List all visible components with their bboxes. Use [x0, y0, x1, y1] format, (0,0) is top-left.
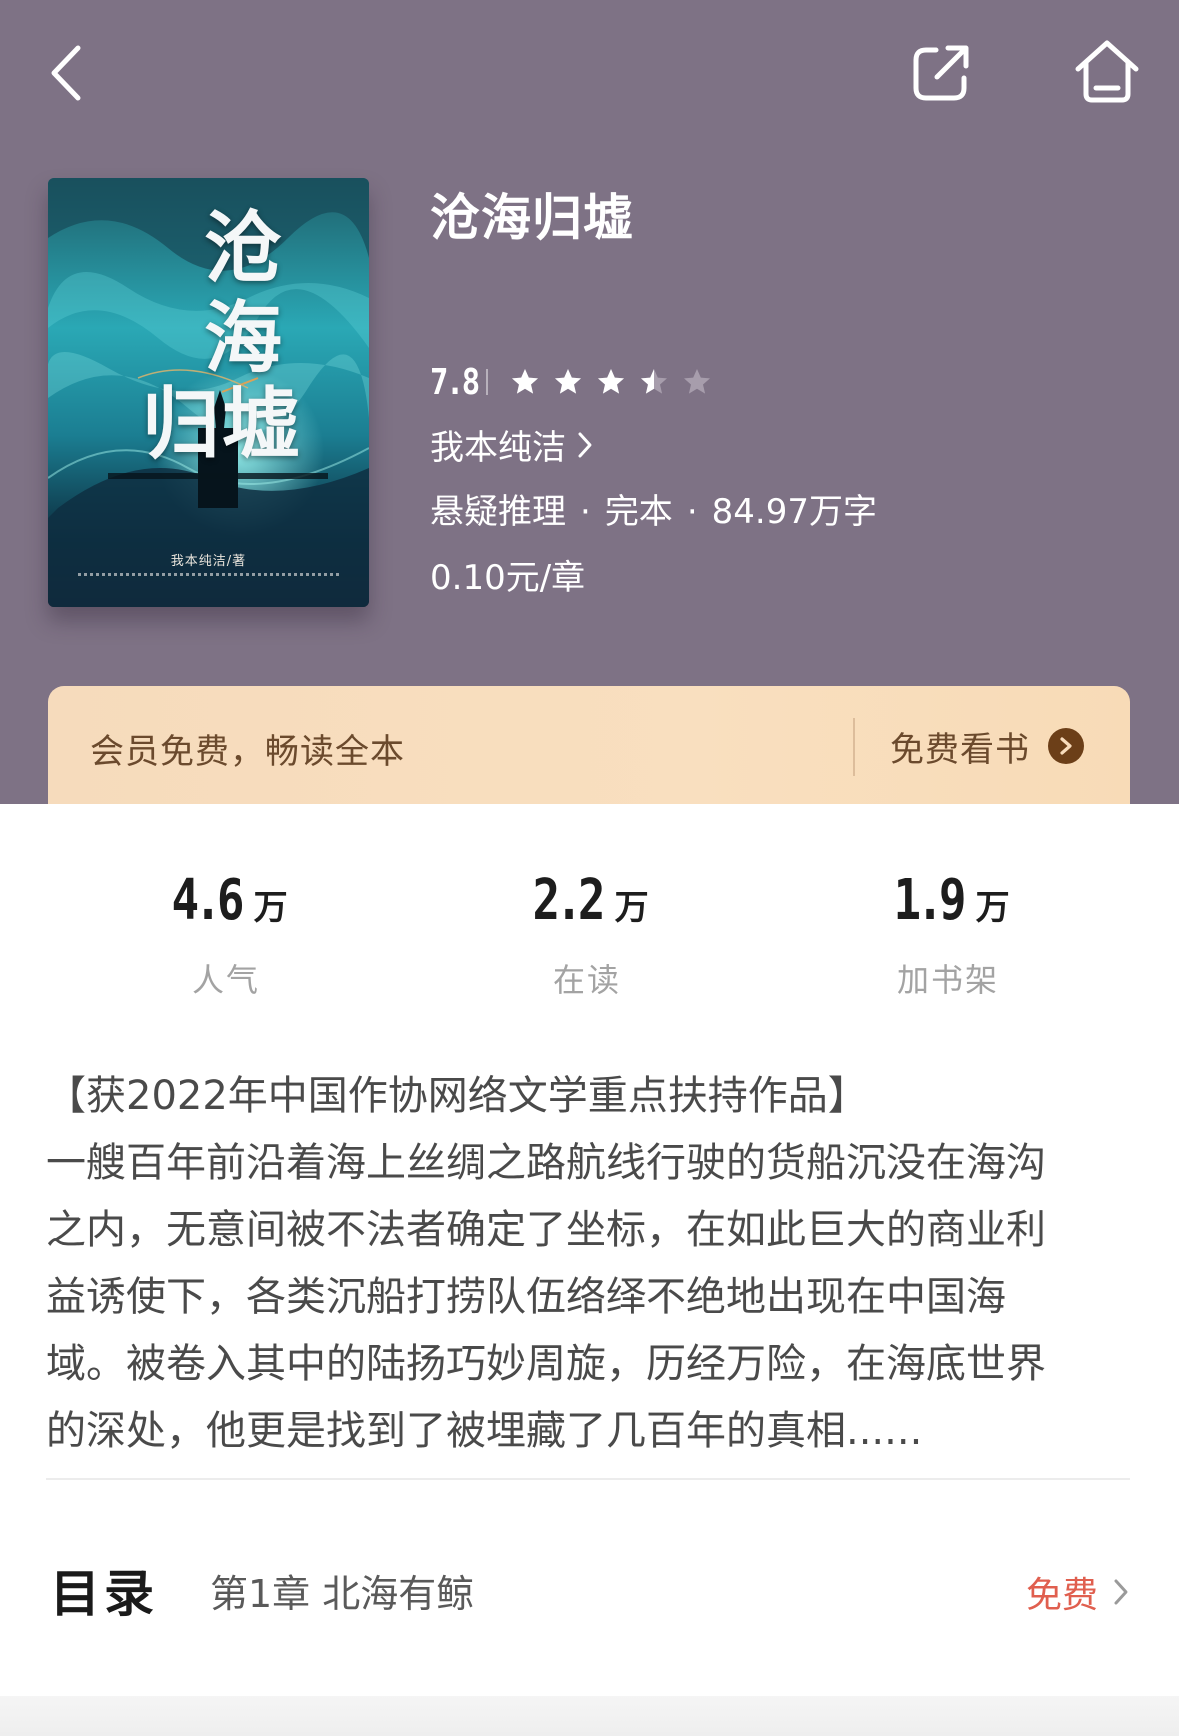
meta-separator: ·: [580, 492, 591, 532]
book-price: 0.10元/章: [430, 558, 586, 598]
intro-line: 一艘百年前沿着海上丝绸之路航线行驶的货船沉没在海沟: [46, 1140, 1046, 1186]
home-icon: [1075, 40, 1139, 103]
share-button[interactable]: [906, 38, 976, 108]
star-half-icon: [641, 369, 667, 394]
share-external-icon: [913, 45, 969, 101]
bottom-bar: [0, 1696, 1179, 1736]
section-divider: [46, 1478, 1130, 1480]
meta-separator: ·: [686, 492, 698, 532]
intro-line: 【获2022年中国作协网络文学重点扶持作品】: [46, 1073, 868, 1119]
rating-score: 7.8: [430, 361, 480, 403]
stat-bookshelf: 1.9 万 加书架: [828, 868, 1068, 1001]
vip-banner-text: 会员免费，畅读全本: [90, 732, 405, 772]
book-meta: 悬疑推理 · 完本 · 84.97万字: [430, 484, 877, 533]
chevron-left-icon: [51, 45, 81, 101]
stat-label: 在读: [552, 961, 621, 999]
stat-reading: 2.2 万 在读: [467, 868, 707, 1001]
intro-line: 的深处，他更是找到了被埋藏了几百年的真相......: [46, 1408, 923, 1454]
book-cover[interactable]: 沧海 归墟 我本纯洁/著: [48, 178, 369, 607]
intro-line: 益诱使下，各类沉船打捞队伍络绎不绝地出现在中国海: [46, 1274, 1006, 1320]
rating-stars: [510, 367, 725, 397]
rating-row: 7.8: [430, 360, 725, 404]
stat-value: 1.9: [893, 868, 967, 933]
arrow-right-circle-icon: [1048, 728, 1084, 764]
vip-banner[interactable]: 会员免费，畅读全本 免费看书: [48, 686, 1130, 804]
stat-unit: 万: [614, 888, 649, 928]
author-name: 我本纯洁: [430, 428, 566, 468]
intro-line: 域。被卷入其中的陆扬巧妙周旋，历经万险，在海底世界: [46, 1341, 1046, 1387]
toc-free-link[interactable]: 免费: [1026, 1566, 1130, 1618]
vip-banner-divider: [853, 718, 855, 776]
home-button[interactable]: [1070, 36, 1144, 108]
book-title: 沧海归墟: [430, 189, 634, 247]
stat-value: 4.6: [171, 868, 245, 933]
free-read-label: 免费看书: [890, 729, 1030, 770]
stat-value: 2.2: [532, 868, 606, 933]
star-filled-icon: [555, 369, 581, 394]
chevron-right-icon: [1114, 1579, 1128, 1605]
rating-divider: [486, 369, 488, 395]
stat-popularity: 4.6 万 人气: [106, 868, 346, 1001]
book-introduction[interactable]: 【获2022年中国作协网络文学重点扶持作品】 一艘百年前沿着海上丝绸之路航线行驶…: [46, 1063, 1136, 1465]
stat-label: 加书架: [896, 961, 999, 999]
stat-unit: 万: [975, 888, 1010, 928]
word-count: 84.97万字: [711, 492, 877, 532]
cover-decoration: [78, 573, 339, 577]
stat-unit: 万: [253, 888, 288, 928]
cover-title: 沧海 归墟: [142, 203, 303, 470]
book-status: 完本: [604, 492, 673, 532]
toc-title: 目录: [50, 1565, 158, 1623]
chevron-right-icon: [578, 432, 592, 457]
star-filled-icon: [598, 369, 624, 394]
back-button[interactable]: [40, 38, 100, 108]
stat-label: 人气: [191, 961, 260, 999]
toc-free-label: 免费: [1025, 1575, 1098, 1616]
star-filled-icon: [512, 369, 538, 394]
intro-line: 之内，无意间被不法者确定了坐标，在如此巨大的商业利: [46, 1207, 1046, 1253]
free-read-button[interactable]: 免费看书: [890, 716, 1084, 776]
author-link[interactable]: 我本纯洁: [430, 420, 594, 469]
cover-author: 我本纯洁/著: [170, 554, 247, 569]
table-of-contents-row[interactable]: 目录 第1章 北海有鲸 免费: [50, 1560, 1130, 1623]
book-genre: 悬疑推理: [430, 492, 566, 532]
star-empty-icon: [684, 369, 710, 394]
toc-first-chapter: 第1章 北海有鲸: [210, 1571, 475, 1616]
